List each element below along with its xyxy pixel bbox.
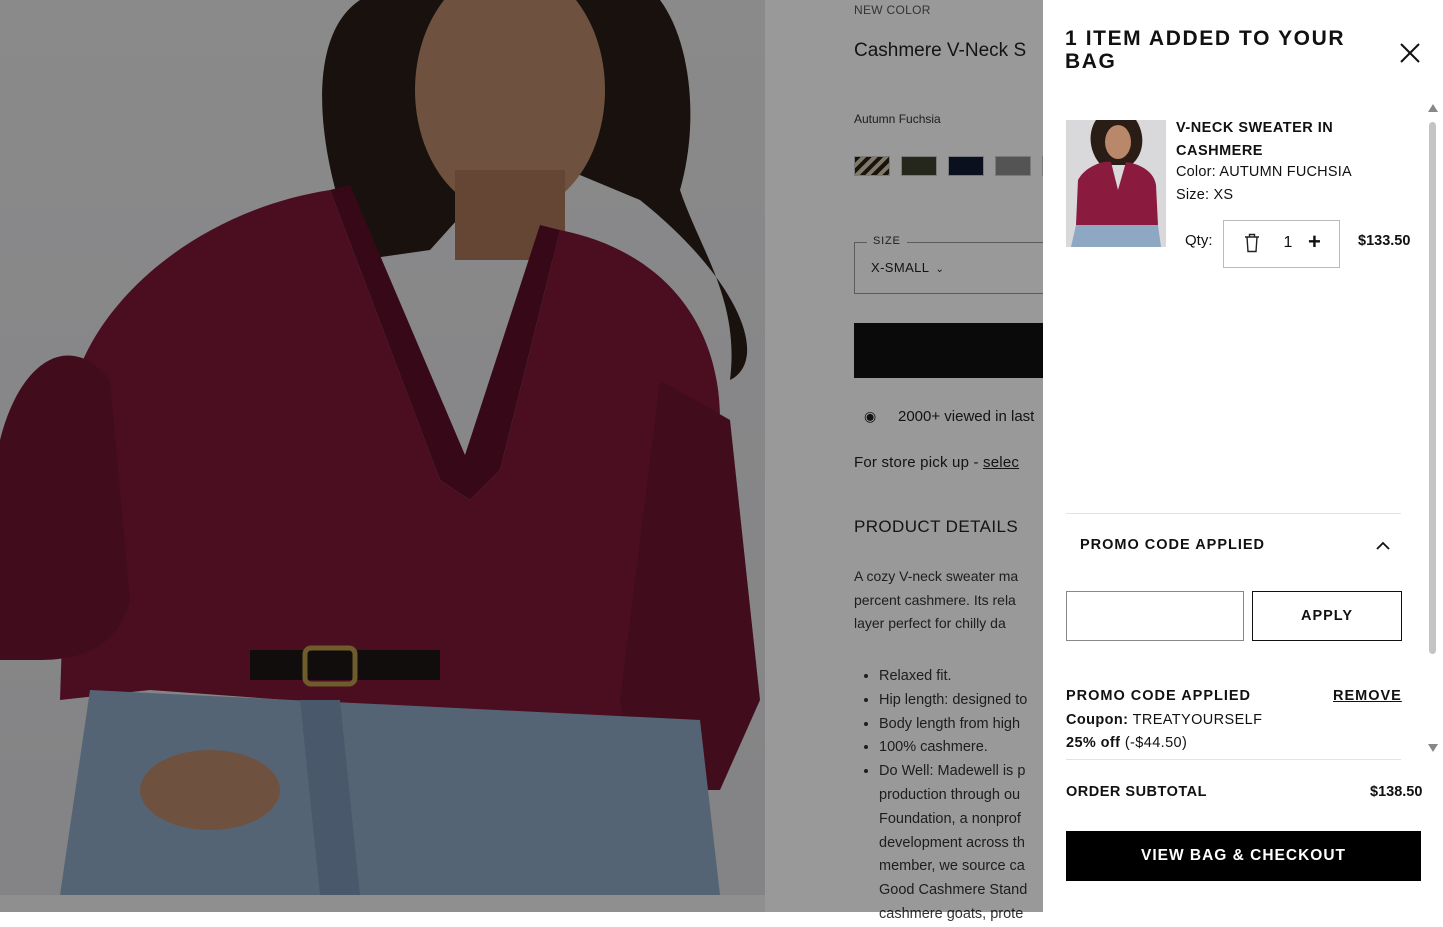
- order-subtotal-label: ORDER SUBTOTAL: [1066, 784, 1207, 800]
- divider: [1066, 759, 1401, 760]
- order-subtotal-value: $138.50: [1370, 784, 1423, 800]
- view-bag-checkout-button[interactable]: VIEW BAG & CHECKOUT: [1066, 831, 1421, 881]
- promo-applied-label: PROMO CODE APPLIED: [1066, 688, 1252, 704]
- remove-promo-link[interactable]: REMOVE: [1333, 688, 1402, 704]
- item-name[interactable]: V-NECK SWEATER IN CASHMERE: [1176, 117, 1366, 163]
- promo-section-header[interactable]: PROMO CODE APPLIED: [1080, 537, 1265, 553]
- item-size-label: Size:: [1176, 187, 1210, 203]
- item-size: Size: XS: [1176, 187, 1233, 203]
- chevron-up-icon[interactable]: [1375, 538, 1391, 554]
- qty-label: Qty:: [1185, 232, 1213, 249]
- coupon-line: Coupon: TREATYOURSELF: [1066, 712, 1262, 728]
- item-color: Color: AUTUMN FUCHSIA: [1176, 164, 1352, 180]
- coupon-code: TREATYOURSELF: [1132, 712, 1263, 728]
- item-price: $133.50: [1358, 233, 1411, 249]
- promo-code-input[interactable]: [1066, 591, 1244, 641]
- drawer-scrollbar[interactable]: [1427, 104, 1439, 754]
- coupon-label: Coupon:: [1066, 712, 1129, 728]
- scrollbar-thumb[interactable]: [1429, 122, 1436, 654]
- discount-label: 25% off: [1066, 735, 1121, 751]
- item-size-value: XS: [1213, 187, 1234, 203]
- added-to-bag-drawer: 1 ITEM ADDED TO YOUR BAG V-NECK SWEATER …: [1043, 0, 1443, 912]
- drawer-title: 1 ITEM ADDED TO YOUR BAG: [1065, 27, 1346, 73]
- discount-line: 25% off (-$44.50): [1066, 735, 1187, 751]
- plus-icon[interactable]: +: [1308, 229, 1321, 255]
- qty-value: 1: [1283, 234, 1293, 251]
- item-thumbnail-illustration: [1071, 120, 1161, 247]
- apply-promo-button[interactable]: APPLY: [1252, 591, 1402, 641]
- trash-icon[interactable]: [1244, 233, 1260, 253]
- item-thumbnail[interactable]: [1066, 120, 1166, 247]
- scroll-up-arrow-icon[interactable]: [1428, 104, 1438, 112]
- quantity-stepper: 1 +: [1223, 220, 1340, 268]
- close-icon[interactable]: [1395, 38, 1425, 68]
- item-color-label: Color:: [1176, 164, 1216, 180]
- item-color-value: AUTUMN FUCHSIA: [1219, 164, 1352, 180]
- discount-amount: (-$44.50): [1124, 735, 1188, 751]
- divider: [1066, 513, 1401, 514]
- scroll-down-arrow-icon[interactable]: [1428, 744, 1438, 752]
